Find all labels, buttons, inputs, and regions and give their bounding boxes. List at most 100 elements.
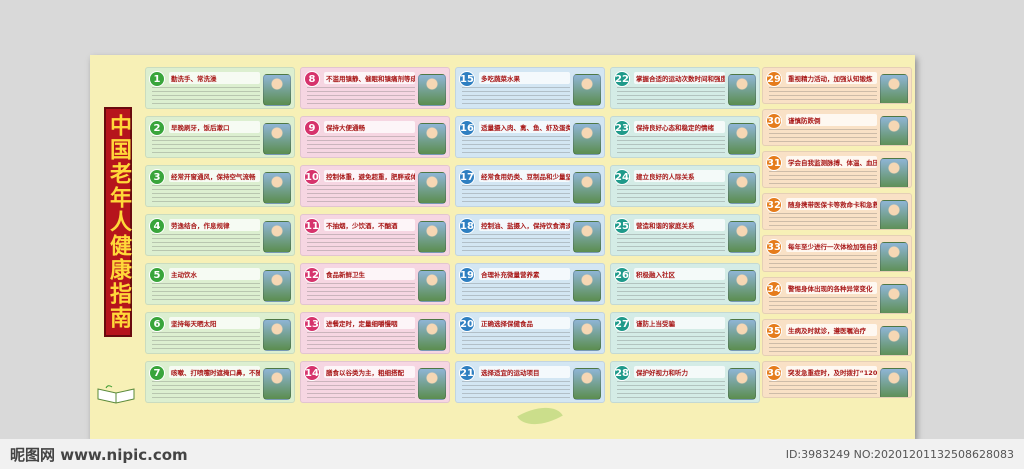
card-title: 保护好视力和听力 bbox=[634, 366, 725, 378]
card-illustration bbox=[418, 74, 446, 106]
card-illustration bbox=[418, 270, 446, 302]
card-title: 谨慎防跌倒 bbox=[786, 114, 877, 126]
card-title: 食品新鲜卫生 bbox=[324, 268, 415, 280]
card-number-badge: 12 bbox=[304, 267, 320, 283]
card-illustration bbox=[263, 74, 291, 106]
card-body-text bbox=[307, 185, 415, 203]
card-illustration bbox=[728, 172, 756, 204]
card-body-text bbox=[617, 332, 725, 350]
book-icon bbox=[97, 385, 135, 404]
card-number-badge: 28 bbox=[614, 365, 630, 381]
guide-card: 20 正确选择保健食品 bbox=[455, 312, 605, 354]
guide-column: 22 掌握合适的运动次数时间和强度 23 保持良好心态和稳定的情绪 24 建立良好的人际关… bbox=[610, 67, 760, 410]
card-body-text bbox=[462, 381, 570, 399]
card-title: 建立良好的人际关系 bbox=[634, 170, 725, 182]
card-illustration bbox=[263, 319, 291, 351]
guide-card: 21 选择适宜的运动项目 bbox=[455, 361, 605, 403]
guide-card: 5 主动饮水 bbox=[145, 263, 295, 305]
poster-title-banner: 中国老年人健康指南 bbox=[104, 107, 132, 337]
card-illustration bbox=[418, 123, 446, 155]
guide-card: 24 建立良好的人际关系 bbox=[610, 165, 760, 207]
card-illustration bbox=[880, 200, 908, 229]
card-body-text bbox=[152, 381, 260, 399]
card-body-text bbox=[152, 234, 260, 252]
guide-card: 26 积极融入社区 bbox=[610, 263, 760, 305]
card-title: 突发急重症时，及时拨打“120” bbox=[786, 366, 877, 378]
card-body-text bbox=[617, 283, 725, 301]
card-number-badge: 32 bbox=[766, 197, 782, 213]
guide-card: 9 保持大便通畅 bbox=[300, 116, 450, 158]
card-number-badge: 19 bbox=[459, 267, 475, 283]
card-illustration bbox=[573, 319, 601, 351]
card-title: 积极融入社区 bbox=[634, 268, 725, 280]
card-illustration bbox=[573, 368, 601, 400]
guide-card: 12 食品新鲜卫生 bbox=[300, 263, 450, 305]
guide-card: 35 生病及时就诊，遵医嘱治疗 bbox=[762, 319, 912, 356]
card-body-text bbox=[769, 255, 877, 268]
card-number-badge: 13 bbox=[304, 316, 320, 332]
card-illustration bbox=[263, 221, 291, 253]
card-number-badge: 27 bbox=[614, 316, 630, 332]
card-illustration bbox=[880, 368, 908, 397]
guide-card: 34 警惕身体出现的各种异常变化 bbox=[762, 277, 912, 314]
card-title: 不滥用镇静、催眠和镇痛剂等成瘾性药物 bbox=[324, 72, 415, 84]
card-body-text bbox=[462, 283, 570, 301]
card-number-badge: 4 bbox=[149, 218, 165, 234]
guide-card: 3 经常开窗通风，保持空气流畅 bbox=[145, 165, 295, 207]
card-title: 多吃蔬菜水果 bbox=[479, 72, 570, 84]
guide-column: 15 多吃蔬菜水果 16 适量摄入肉、禽、鱼、虾及蛋类 17 经常食用奶类、豆制品和少量坚… bbox=[455, 67, 605, 410]
card-title: 控制体重，避免超重，肥胖或体重过低 bbox=[324, 170, 415, 182]
card-title: 进餐定时，定量细嚼慢咽 bbox=[324, 317, 415, 329]
guide-card: 19 合理补充微量营养素 bbox=[455, 263, 605, 305]
guide-card: 6 坚持每天晒太阳 bbox=[145, 312, 295, 354]
card-illustration bbox=[418, 319, 446, 351]
card-number-badge: 26 bbox=[614, 267, 630, 283]
card-number-badge: 35 bbox=[766, 323, 782, 339]
card-title: 谨防上当受骗 bbox=[634, 317, 725, 329]
card-body-text bbox=[769, 381, 877, 394]
card-body-text bbox=[307, 87, 415, 105]
card-body-text bbox=[462, 234, 570, 252]
card-illustration bbox=[880, 284, 908, 313]
card-number-badge: 7 bbox=[149, 365, 165, 381]
card-illustration bbox=[418, 221, 446, 253]
card-number-badge: 2 bbox=[149, 120, 165, 136]
card-title: 主动饮水 bbox=[169, 268, 260, 280]
card-illustration bbox=[880, 242, 908, 271]
card-number-badge: 30 bbox=[766, 113, 782, 129]
card-number-badge: 16 bbox=[459, 120, 475, 136]
card-body-text bbox=[769, 129, 877, 142]
card-body-text bbox=[307, 332, 415, 350]
card-illustration bbox=[418, 368, 446, 400]
card-illustration bbox=[728, 74, 756, 106]
card-number-badge: 8 bbox=[304, 71, 320, 87]
card-body-text bbox=[152, 332, 260, 350]
card-title: 适量摄入肉、禽、鱼、虾及蛋类 bbox=[479, 121, 570, 133]
guide-card: 16 适量摄入肉、禽、鱼、虾及蛋类 bbox=[455, 116, 605, 158]
guide-card: 17 经常食用奶类、豆制品和少量坚果 bbox=[455, 165, 605, 207]
card-number-badge: 33 bbox=[766, 239, 782, 255]
card-title: 正确选择保健食品 bbox=[479, 317, 570, 329]
guide-card: 33 每年至少进行一次体检加强自我健康管理 bbox=[762, 235, 912, 272]
card-illustration bbox=[728, 368, 756, 400]
card-title: 掌握合适的运动次数时间和强度 bbox=[634, 72, 725, 84]
watermark-footer: 昵图网 www.nipic.com ID:3983249 NO:20201201… bbox=[0, 439, 1024, 469]
card-title: 经常开窗通风，保持空气流畅 bbox=[169, 170, 260, 182]
card-number-badge: 5 bbox=[149, 267, 165, 283]
card-body-text bbox=[769, 171, 877, 184]
card-title: 每年至少进行一次体检加强自我健康管理 bbox=[786, 240, 877, 252]
card-number-badge: 14 bbox=[304, 365, 320, 381]
guide-card: 32 随身携带医保卡等救命卡和急救盒 bbox=[762, 193, 912, 230]
card-body-text bbox=[307, 234, 415, 252]
card-illustration bbox=[573, 221, 601, 253]
card-number-badge: 29 bbox=[766, 71, 782, 87]
card-title: 保持大便通畅 bbox=[324, 121, 415, 133]
guide-card: 14 膳食以谷类为主，粗细搭配 bbox=[300, 361, 450, 403]
guide-card: 1 勤洗手、常洗澡 bbox=[145, 67, 295, 109]
guide-card: 2 早晚刷牙，饭后漱口 bbox=[145, 116, 295, 158]
card-number-badge: 10 bbox=[304, 169, 320, 185]
card-title: 选择适宜的运动项目 bbox=[479, 366, 570, 378]
card-illustration bbox=[880, 326, 908, 355]
guide-card: 25 营造和谐的家庭关系 bbox=[610, 214, 760, 256]
card-number-badge: 6 bbox=[149, 316, 165, 332]
